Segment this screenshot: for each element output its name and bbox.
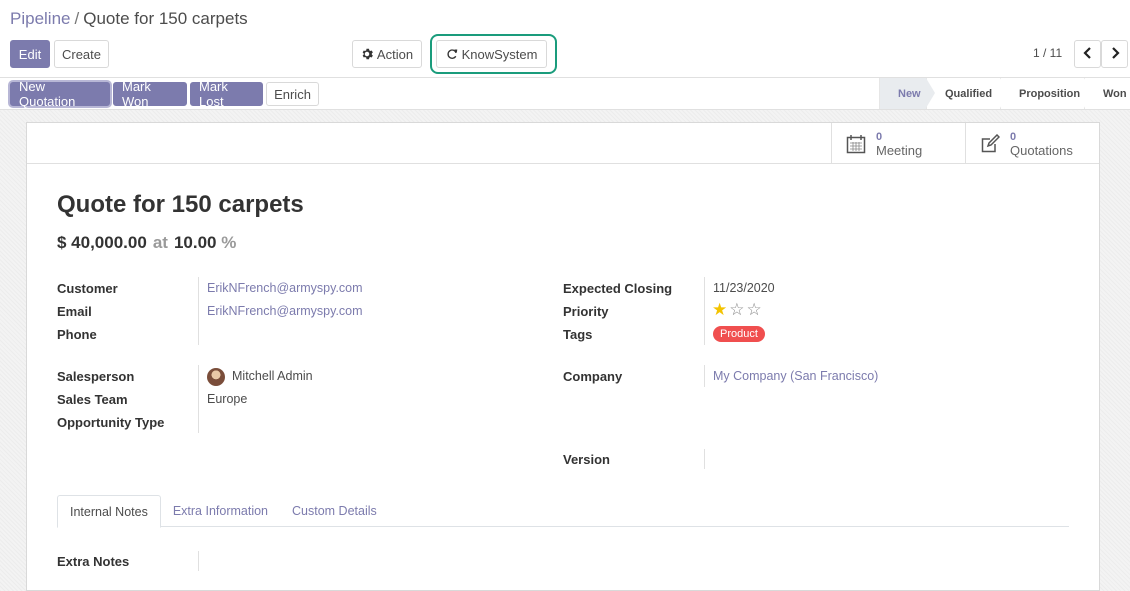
chevron-right-icon (1110, 46, 1120, 62)
knowsystem-label: KnowSystem (461, 46, 538, 62)
star-filled-icon[interactable]: ★ (712, 301, 727, 318)
meeting-label: Meeting (876, 142, 923, 158)
percent-sign: % (221, 233, 237, 252)
chevron-left-icon (1082, 46, 1093, 62)
breadcrumb: Pipeline / Quote for 150 carpets (10, 9, 248, 29)
enrich-button[interactable]: Enrich (266, 82, 319, 106)
stage-qualified[interactable]: Qualified (926, 78, 1009, 109)
revenue-value: $ 40,000.00 (57, 233, 147, 252)
tab-internal-notes[interactable]: Internal Notes (57, 495, 161, 528)
meeting-count: 0 (876, 130, 883, 143)
action-label: Action (376, 46, 414, 62)
stage-new[interactable]: New (879, 78, 935, 109)
tag-badge[interactable]: Product (713, 326, 765, 342)
breadcrumb-pipeline-link[interactable]: Pipeline (10, 9, 71, 28)
pager-next-button[interactable] (1101, 40, 1128, 68)
expected-revenue: $ 40,000.00 at 10.00 % (57, 233, 236, 253)
customer-label: Customer (57, 281, 118, 296)
field-divider (704, 277, 705, 345)
edit-button[interactable]: Edit (10, 40, 50, 68)
pager-previous-button[interactable] (1074, 40, 1101, 68)
pager-value[interactable]: 1 / 11 (1033, 46, 1062, 60)
breadcrumb-separator: / (74, 9, 80, 28)
field-divider (198, 365, 199, 433)
email-label: Email (57, 304, 92, 319)
customer-value[interactable]: ErikNFrench@armyspy.com (207, 281, 363, 295)
field-divider (704, 365, 705, 387)
priority-stars[interactable]: ★ ☆ ☆ (712, 301, 762, 318)
mark-lost-button[interactable]: Mark Lost (190, 79, 263, 109)
expected-closing-value[interactable]: 11/23/2020 (713, 281, 775, 295)
form-sheet: 0 Meeting 0 Quotations Quote for 150 car… (26, 122, 1100, 591)
expected-closing-label: Expected Closing (563, 281, 673, 296)
tab-custom-details[interactable]: Custom Details (280, 495, 389, 527)
gear-icon (361, 48, 373, 60)
field-divider (704, 449, 705, 469)
salesperson-label: Salesperson (57, 369, 135, 384)
sales-team-label: Sales Team (57, 392, 128, 407)
new-quotation-button[interactable]: New Quotation (10, 79, 110, 109)
star-empty-icon[interactable]: ☆ (729, 301, 744, 318)
company-label: Company (563, 369, 623, 384)
quotations-count: 0 (1010, 130, 1017, 143)
mark-won-button[interactable]: Mark Won (113, 79, 187, 109)
email-value[interactable]: ErikNFrench@armyspy.com (207, 304, 363, 318)
phone-label: Phone (57, 327, 97, 342)
breadcrumb-current: Quote for 150 carpets (83, 9, 248, 28)
smart-button-box: 0 Meeting 0 Quotations (27, 123, 1099, 164)
avatar (207, 368, 225, 386)
opportunity-type-label: Opportunity Type (57, 415, 165, 430)
field-divider (198, 277, 199, 345)
tags-label: Tags (563, 327, 593, 342)
extra-notes-label: Extra Notes (57, 554, 130, 569)
tab-extra-information[interactable]: Extra Information (161, 495, 280, 527)
at-label: at (152, 233, 168, 252)
probability-value: 10.00 (173, 233, 217, 252)
version-label: Version (563, 452, 610, 467)
stage-bar: New Qualified Proposition Won (879, 78, 1130, 109)
knowsystem-button[interactable]: KnowSystem (436, 40, 547, 68)
create-button[interactable]: Create (54, 40, 109, 68)
field-divider (198, 551, 199, 571)
sales-team-value[interactable]: Europe (207, 392, 247, 406)
notebook-tabs: Internal Notes Extra Information Custom … (57, 495, 1069, 528)
priority-label: Priority (563, 304, 609, 319)
star-empty-icon[interactable]: ☆ (747, 301, 762, 318)
calendar-icon (846, 134, 866, 154)
stage-proposition[interactable]: Proposition (1000, 78, 1093, 109)
edit-icon (980, 133, 1000, 154)
refresh-icon (446, 48, 458, 60)
action-button[interactable]: Action (352, 40, 422, 68)
record-title: Quote for 150 carpets (57, 191, 304, 218)
meeting-smart-button[interactable]: 0 Meeting (831, 123, 965, 164)
quotations-smart-button[interactable]: 0 Quotations (965, 123, 1099, 164)
quotations-label: Quotations (1010, 142, 1073, 158)
company-value[interactable]: My Company (San Francisco) (713, 369, 878, 383)
control-panel: Pipeline / Quote for 150 carpets Edit Crea… (0, 0, 1130, 78)
salesperson-value[interactable]: Mitchell Admin (232, 369, 313, 383)
